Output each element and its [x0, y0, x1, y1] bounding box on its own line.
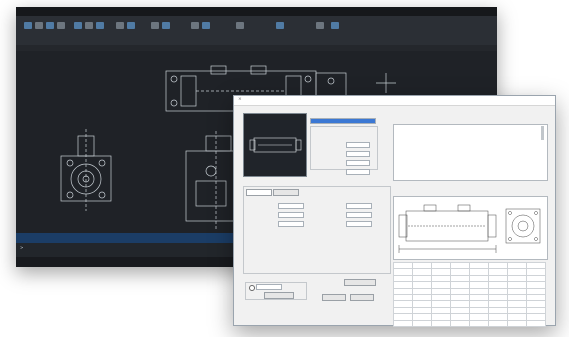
ribbon-copy-icon[interactable] [85, 22, 93, 29]
ribbon-utility-icon[interactable] [316, 22, 324, 29]
ribbon-move-icon[interactable] [74, 22, 82, 29]
table-cell [488, 319, 508, 327]
dialog-title-bar: × [234, 96, 555, 106]
drawing-cap [487, 214, 497, 238]
ribbon-line-icon[interactable] [24, 22, 32, 29]
properties-list[interactable] [393, 124, 548, 181]
bolt-hole [508, 211, 512, 215]
ribbon-group-icon[interactable] [276, 22, 284, 29]
param-input[interactable] [346, 203, 372, 209]
ribbon-arc-icon[interactable] [57, 22, 65, 29]
option-radio[interactable] [249, 285, 255, 291]
cad-title-bar [16, 7, 497, 16]
cad-ribbon [16, 16, 497, 46]
field-input[interactable] [346, 169, 370, 175]
cancel-button[interactable] [350, 294, 374, 301]
end-view-circle [511, 214, 535, 238]
block-preview [243, 113, 307, 177]
command-prompt-icon: > [20, 245, 24, 250]
preview-cap [295, 139, 302, 151]
parameters-panel [243, 186, 391, 274]
browse-button[interactable] [344, 279, 376, 286]
block-insert-dialog: × [233, 95, 556, 327]
param-input[interactable] [278, 221, 304, 227]
table-cell [526, 319, 546, 327]
tab-secondary[interactable] [273, 189, 299, 196]
param-input[interactable] [278, 203, 304, 209]
ribbon-text-icon[interactable] [151, 22, 159, 29]
field-input[interactable] [346, 160, 370, 166]
list-item [396, 139, 546, 144]
param-input[interactable] [346, 212, 372, 218]
side-view-top [205, 135, 232, 152]
tab-primary[interactable] [246, 189, 272, 196]
list-item [396, 175, 546, 180]
drawing-port [457, 204, 471, 212]
port-block [210, 65, 227, 75]
apply-button[interactable] [264, 292, 294, 299]
bolt-hole [170, 75, 178, 83]
table-row[interactable] [393, 319, 546, 327]
table-cell [393, 319, 413, 327]
side-view-body [195, 180, 227, 207]
list-item [396, 145, 546, 150]
bolt-hole [534, 237, 538, 241]
bolt-hole [98, 191, 106, 199]
field-input[interactable] [346, 151, 370, 157]
list-item [396, 151, 546, 156]
table-body [393, 268, 546, 327]
param-input[interactable] [346, 221, 372, 227]
bolt-hole [66, 159, 74, 167]
bolt-hole [327, 77, 335, 85]
table-cell [507, 319, 527, 327]
list-item [396, 133, 546, 138]
param-input[interactable] [278, 212, 304, 218]
ribbon-layer-icon[interactable] [191, 22, 199, 29]
port-block [250, 65, 267, 75]
list-item [396, 157, 546, 162]
bolt-hole [98, 159, 106, 167]
ribbon-block-icon[interactable] [202, 22, 210, 29]
list-item [396, 169, 546, 174]
table-cell [412, 319, 432, 327]
ribbon-rotate-icon[interactable] [96, 22, 104, 29]
side-view-hole [205, 165, 217, 177]
ribbon-properties-icon[interactable] [236, 22, 244, 29]
list-item [396, 127, 546, 132]
ok-button[interactable] [322, 294, 346, 301]
table-cell [469, 319, 489, 327]
properties-scrollbar[interactable] [541, 126, 544, 140]
preview-drawing [249, 137, 302, 153]
drawing-port [423, 204, 437, 212]
option-select[interactable] [256, 284, 282, 290]
table-cell [450, 319, 470, 327]
ribbon-dimension-icon[interactable] [162, 22, 170, 29]
ribbon-circle-icon[interactable] [46, 22, 54, 29]
end-cap-left [180, 75, 197, 107]
bolt-hole [304, 75, 312, 83]
close-icon[interactable]: × [238, 97, 552, 102]
bolt-hole [508, 237, 512, 241]
list-item [396, 163, 546, 168]
bolt-hole [66, 191, 74, 199]
bolt-hole [534, 211, 538, 215]
field-input[interactable] [346, 142, 370, 148]
technical-drawing [393, 196, 548, 260]
table-cell [431, 319, 451, 327]
dimension-table[interactable] [393, 261, 546, 327]
ribbon-trim-icon[interactable] [116, 22, 124, 29]
ribbon-polyline-icon[interactable] [35, 22, 43, 29]
ribbon-clipboard-icon[interactable] [331, 22, 339, 29]
bolt-hole [170, 99, 178, 107]
name-field[interactable] [310, 118, 376, 124]
side-view-outline [185, 150, 237, 222]
ribbon-extend-icon[interactable] [127, 22, 135, 29]
end-view-circle-inner [517, 220, 529, 232]
